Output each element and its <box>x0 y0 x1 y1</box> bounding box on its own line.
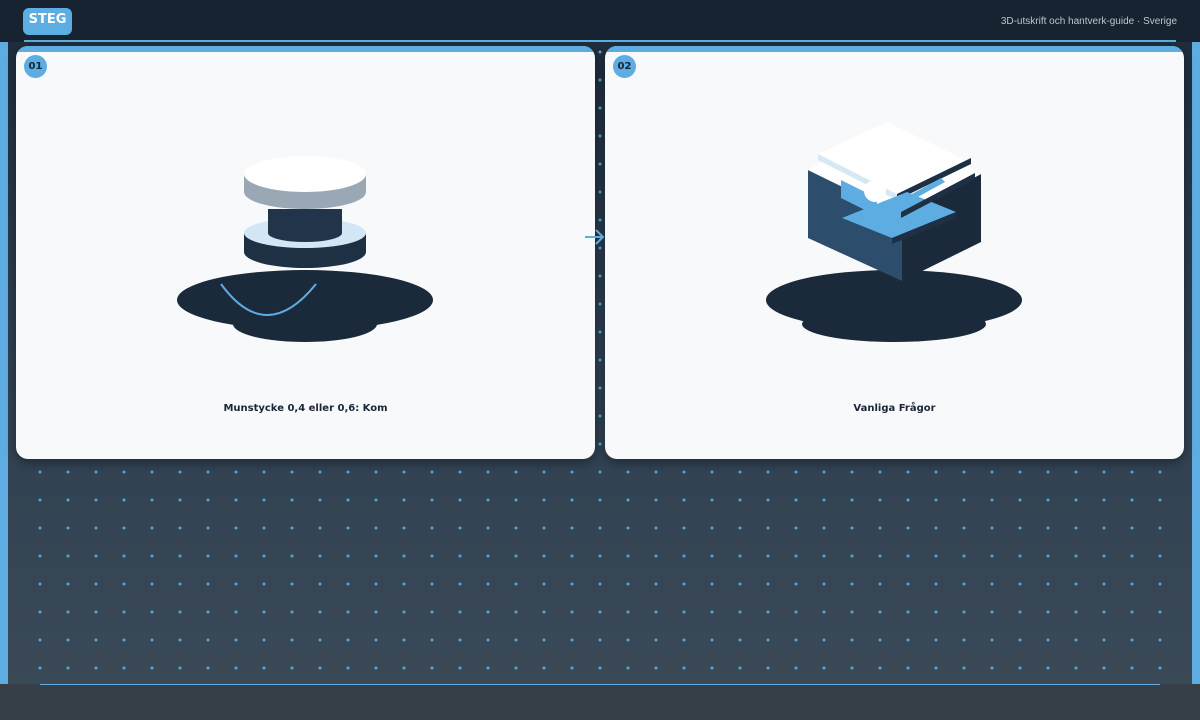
header-title: 3D-utskrift och hantverk-guide · Sverige <box>1000 16 1177 27</box>
right-edge-bar <box>1192 0 1200 720</box>
cube-icon <box>766 122 1022 342</box>
left-edge-bar <box>0 0 8 720</box>
step-label: Vanliga Frågor <box>853 403 936 414</box>
step-card-1: 01 Munstycke 0,4 eller 0,6: Kom <box>16 46 595 459</box>
arrow-right-icon <box>585 229 605 245</box>
steg-badge: STEG <box>23 8 72 35</box>
header: STEG 3D-utskrift och hantverk-guide · Sv… <box>0 0 1200 42</box>
footer <box>0 684 1200 720</box>
step-card-2: 02 Vanliga Frågor <box>605 46 1184 459</box>
step-label: Munstycke 0,4 eller 0,6: Kom <box>223 403 388 414</box>
header-divider <box>24 40 1176 42</box>
nozzle-icon <box>177 156 433 342</box>
footer-divider <box>40 684 1160 685</box>
